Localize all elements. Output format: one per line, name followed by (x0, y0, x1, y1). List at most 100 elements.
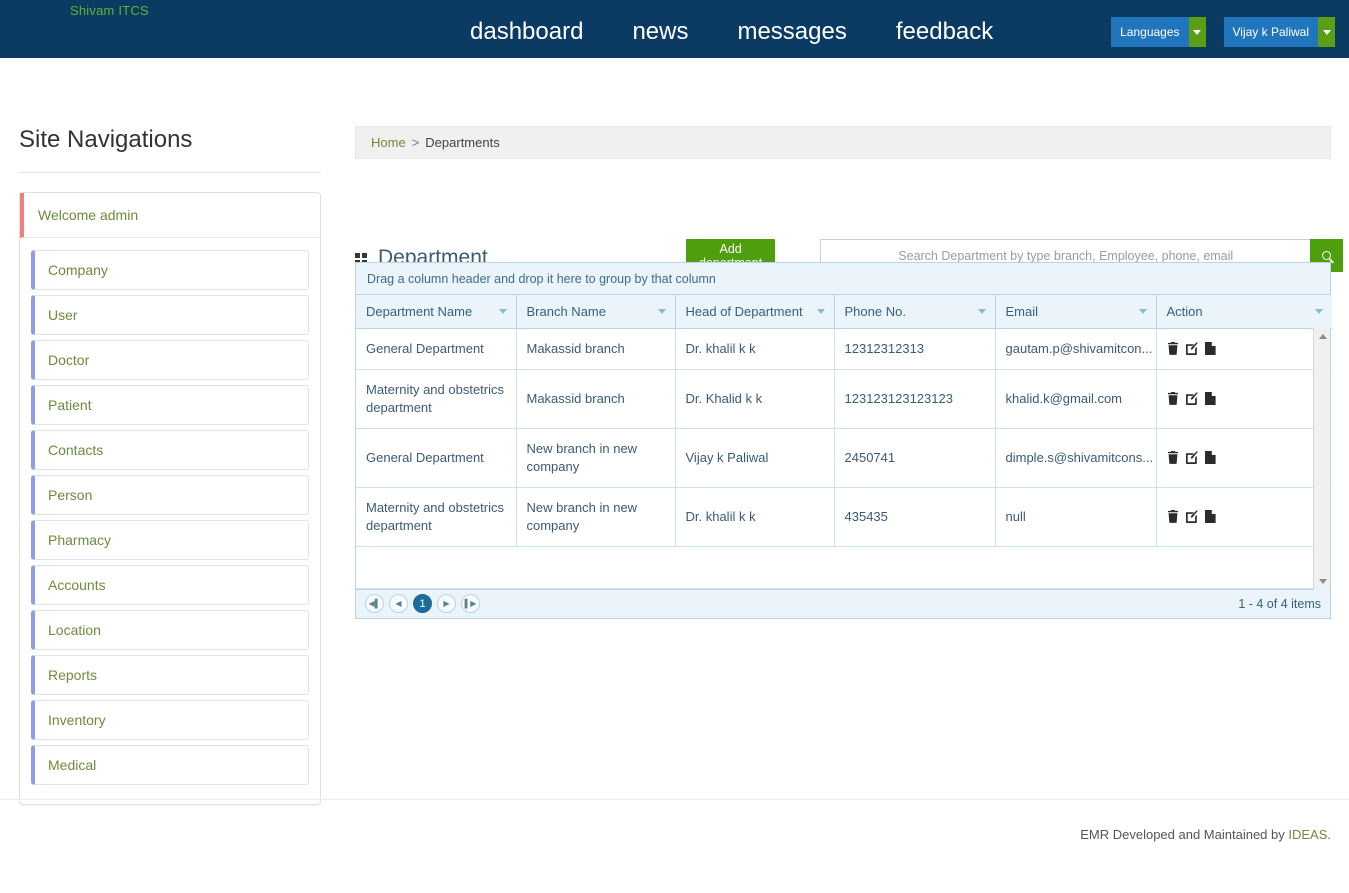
chevron-down-icon (1322, 29, 1331, 35)
chevron-down-icon[interactable] (657, 309, 666, 315)
page-header: Department Add department (355, 182, 1344, 272)
pager-previous-button[interactable]: ◀ (389, 594, 408, 613)
column-header-head-of-department[interactable]: Head of Department (675, 295, 835, 329)
pager-item-count: 1 - 4 of 4 items (1238, 596, 1321, 611)
edit-icon[interactable] (1185, 392, 1198, 405)
cell-phone: 435435 (834, 487, 996, 547)
pager-last-button[interactable]: ▌▶ (461, 594, 480, 613)
sidebar-item-user[interactable]: User (31, 295, 309, 335)
cell-branch-name: Makassid branch (516, 369, 676, 429)
header-actions: Languages Vijay k Paliwal (1111, 17, 1335, 47)
column-label: Email (1005, 303, 1039, 319)
column-header-branch-name[interactable]: Branch Name (516, 295, 676, 329)
user-menu-dropdown[interactable]: Vijay k Paliwal (1223, 17, 1335, 47)
pager-first-button[interactable]: ◀▌ (365, 594, 384, 613)
chevron-down-icon[interactable] (1138, 309, 1147, 315)
sidebar: Site Navigations Welcome admin Company U… (19, 126, 321, 805)
sidebar-item-doctor[interactable]: Doctor (31, 340, 309, 380)
edit-icon[interactable] (1185, 510, 1198, 523)
user-menu-label: Vijay k Paliwal (1223, 17, 1318, 47)
table-row[interactable]: General Department New branch in new com… (356, 428, 1332, 488)
scroll-down-icon[interactable] (1314, 573, 1331, 590)
column-label: Branch Name (526, 303, 606, 319)
delete-icon[interactable] (1167, 342, 1179, 355)
scroll-up-icon[interactable] (1314, 328, 1331, 345)
cell-actions (1156, 369, 1332, 429)
footer-text: EMR Developed and Maintained by (1080, 827, 1289, 842)
delete-icon[interactable] (1167, 392, 1179, 405)
pager-page-1-button[interactable]: 1 (413, 594, 432, 613)
cell-actions (1156, 328, 1332, 370)
table-row[interactable]: Maternity and obstetrics department New … (356, 487, 1332, 547)
chevron-down-icon[interactable] (1315, 309, 1323, 315)
cell-phone: 123123123123123 (834, 369, 996, 429)
pager-buttons: ◀▌ ◀ 1 ▶ ▌▶ (365, 594, 480, 613)
search-icon (1322, 251, 1332, 260)
document-icon[interactable] (1204, 510, 1216, 523)
edit-icon[interactable] (1185, 342, 1198, 355)
nav-link-dashboard[interactable]: dashboard (470, 18, 583, 46)
cell-head-of-department: Dr. khalil k k (675, 328, 835, 370)
group-by-drop-area[interactable]: Drag a column header and drop it here to… (356, 263, 1330, 295)
cell-department-name: Maternity and obstetrics department (356, 487, 517, 547)
languages-button-label: Languages (1111, 17, 1189, 47)
grid-empty-filler (356, 546, 1330, 589)
sidebar-item-medical[interactable]: Medical (31, 745, 309, 785)
chevron-down-icon (1193, 29, 1202, 35)
document-icon[interactable] (1204, 342, 1216, 355)
sidebar-item-location[interactable]: Location (31, 610, 309, 650)
sidebar-item-reports[interactable]: Reports (31, 655, 309, 695)
cell-phone: 12312312313 (834, 328, 996, 370)
department-grid: Drag a column header and drop it here to… (355, 262, 1332, 619)
column-header-department-name[interactable]: Department Name (356, 295, 517, 329)
languages-dropdown-toggle[interactable] (1188, 17, 1206, 47)
sidebar-item-accounts[interactable]: Accounts (31, 565, 309, 605)
column-label: Department Name (366, 303, 473, 319)
sidebar-item-person[interactable]: Person (31, 475, 309, 515)
cell-email: khalid.k@gmail.com (995, 369, 1157, 429)
cell-head-of-department: Vijay k Paliwal (675, 428, 835, 488)
column-header-phone-no[interactable]: Phone No. (834, 295, 996, 329)
sidebar-item-inventory[interactable]: Inventory (31, 700, 309, 740)
chevron-down-icon[interactable] (816, 309, 825, 315)
nav-link-messages[interactable]: messages (737, 18, 846, 46)
table-body: General Department Makassid branch Dr. k… (356, 328, 1332, 547)
breadcrumb-home-link[interactable]: Home (371, 135, 406, 150)
delete-icon[interactable] (1167, 451, 1179, 464)
column-header-email[interactable]: Email (995, 295, 1157, 329)
chevron-down-icon[interactable] (977, 309, 986, 315)
footer-suffix: . (1327, 827, 1331, 842)
document-icon[interactable] (1204, 392, 1216, 405)
sidebar-item-contacts[interactable]: Contacts (31, 430, 309, 470)
table-row[interactable]: General Department Makassid branch Dr. k… (356, 328, 1332, 370)
pager-next-button[interactable]: ▶ (437, 594, 456, 613)
column-header-action[interactable]: Action (1156, 295, 1332, 329)
cell-email: gautam.p@shivamitcon... (995, 328, 1157, 370)
nav-link-feedback[interactable]: feedback (896, 18, 993, 46)
brand-logo[interactable]: Shivam ITCS (70, 3, 149, 18)
grid-vertical-scrollbar[interactable] (1313, 328, 1330, 590)
cell-department-name: General Department (356, 428, 517, 488)
delete-icon[interactable] (1167, 510, 1179, 523)
sidebar-item-patient[interactable]: Patient (31, 385, 309, 425)
table-header-row: Department Name Branch Name Head of Depa… (356, 295, 1332, 329)
edit-icon[interactable] (1185, 451, 1198, 464)
sidebar-item-company[interactable]: Company (31, 250, 309, 290)
footer-ideas-link[interactable]: IDEAS (1288, 827, 1327, 842)
breadcrumb-current: Departments (425, 135, 500, 150)
document-icon[interactable] (1204, 451, 1216, 464)
table-row[interactable]: Maternity and obstetrics department Maka… (356, 369, 1332, 429)
user-menu-dropdown-toggle[interactable] (1318, 17, 1335, 47)
sidebar-panel: Welcome admin Company User Doctor Patien… (19, 192, 321, 805)
cell-department-name: Maternity and obstetrics department (356, 369, 517, 429)
sidebar-title: Site Navigations (19, 126, 321, 173)
footer-divider (0, 799, 1349, 800)
chevron-down-icon[interactable] (498, 309, 507, 315)
column-label: Head of Department (685, 303, 803, 319)
languages-dropdown[interactable]: Languages (1111, 17, 1206, 47)
sidebar-item-pharmacy[interactable]: Pharmacy (31, 520, 309, 560)
welcome-admin-label: Welcome admin (20, 193, 320, 238)
nav-link-news[interactable]: news (632, 18, 688, 46)
main-content: Home > Departments Department Add depart… (355, 126, 1344, 619)
cell-actions (1156, 487, 1332, 547)
